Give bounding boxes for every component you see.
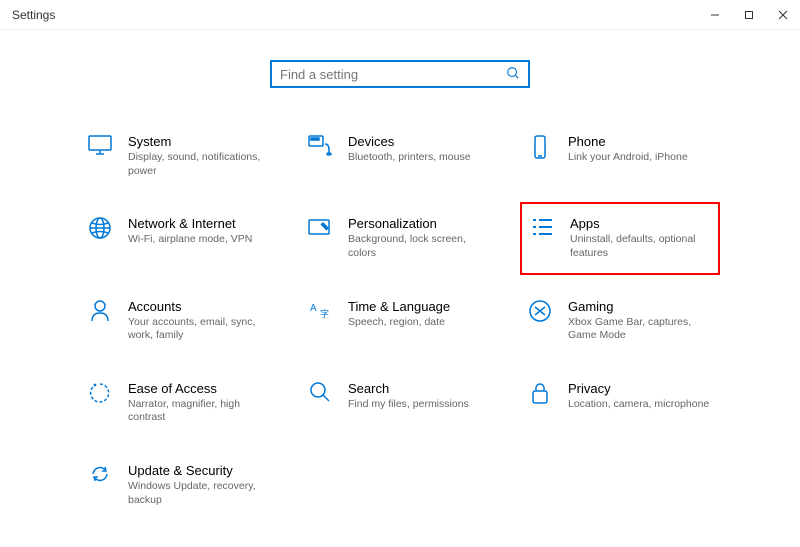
- tile-ease-of-access[interactable]: Ease of Access Narrator, magnifier, high …: [80, 375, 280, 431]
- tile-desc: Xbox Game Bar, captures, Game Mode: [568, 316, 714, 343]
- tile-title: Accounts: [128, 299, 274, 314]
- tile-text: Privacy Location, camera, microphone: [568, 381, 714, 425]
- svg-text:字: 字: [320, 308, 329, 319]
- tile-phone[interactable]: Phone Link your Android, iPhone: [520, 128, 720, 184]
- svg-text:A: A: [310, 303, 317, 314]
- search-icon: [506, 66, 520, 83]
- content: System Display, sound, notifications, pow…: [0, 30, 800, 513]
- personalization-icon: [306, 216, 334, 244]
- tile-title: Time & Language: [348, 299, 494, 314]
- tile-title: Devices: [348, 134, 494, 149]
- tile-text: Personalization Background, lock screen, …: [348, 216, 494, 260]
- tile-title: Network & Internet: [128, 216, 274, 231]
- tile-time-language[interactable]: A字 Time & Language Speech, region, date: [300, 293, 500, 349]
- tile-personalization[interactable]: Personalization Background, lock screen, …: [300, 210, 500, 266]
- apps-icon: [528, 216, 556, 244]
- window-controls: [698, 0, 800, 30]
- tile-title: Gaming: [568, 299, 714, 314]
- minimize-button[interactable]: [698, 0, 732, 30]
- tile-privacy[interactable]: Privacy Location, camera, microphone: [520, 375, 720, 431]
- privacy-icon: [526, 381, 554, 409]
- tile-desc: Your accounts, email, sync, work, family: [128, 316, 274, 343]
- window-title: Settings: [12, 8, 55, 22]
- tile-text: Devices Bluetooth, printers, mouse: [348, 134, 494, 178]
- tile-text: Time & Language Speech, region, date: [348, 299, 494, 343]
- tile-desc: Wi-Fi, airplane mode, VPN: [128, 233, 274, 247]
- tile-text: Update & Security Windows Update, recover…: [128, 463, 274, 507]
- tile-desc: Background, lock screen, colors: [348, 233, 494, 260]
- maximize-button[interactable]: [732, 0, 766, 30]
- time-language-icon: A字: [306, 299, 334, 327]
- tile-title: Privacy: [568, 381, 714, 396]
- tile-text: Network & Internet Wi-Fi, airplane mode, …: [128, 216, 274, 260]
- search-cat-icon: [306, 381, 334, 409]
- settings-grid: System Display, sound, notifications, pow…: [60, 128, 740, 513]
- tile-title: System: [128, 134, 274, 149]
- tile-devices[interactable]: Devices Bluetooth, printers, mouse: [300, 128, 500, 184]
- tile-text: Phone Link your Android, iPhone: [568, 134, 714, 178]
- tile-desc: Find my files, permissions: [348, 398, 494, 412]
- tile-desc: Speech, region, date: [348, 316, 494, 330]
- tile-update-security[interactable]: Update & Security Windows Update, recover…: [80, 457, 280, 513]
- tile-desc: Windows Update, recovery, backup: [128, 480, 274, 507]
- tile-network[interactable]: Network & Internet Wi-Fi, airplane mode, …: [80, 210, 280, 266]
- tile-text: System Display, sound, notifications, pow…: [128, 134, 274, 178]
- tile-text: Apps Uninstall, defaults, optional featur…: [570, 216, 712, 260]
- accounts-icon: [86, 299, 114, 327]
- tile-desc: Location, camera, microphone: [568, 398, 714, 412]
- tile-desc: Uninstall, defaults, optional features: [570, 233, 712, 260]
- tile-text: Gaming Xbox Game Bar, captures, Game Mode: [568, 299, 714, 343]
- update-security-icon: [86, 463, 114, 491]
- tile-title: Personalization: [348, 216, 494, 231]
- search-container: [60, 60, 740, 88]
- tile-desc: Bluetooth, printers, mouse: [348, 151, 494, 165]
- tile-desc: Link your Android, iPhone: [568, 151, 714, 165]
- gaming-icon: [526, 299, 554, 327]
- tile-title: Ease of Access: [128, 381, 274, 396]
- tile-title: Search: [348, 381, 494, 396]
- tile-desc: Narrator, magnifier, high contrast: [128, 398, 274, 425]
- tile-text: Ease of Access Narrator, magnifier, high …: [128, 381, 274, 425]
- tile-title: Update & Security: [128, 463, 274, 478]
- tile-title: Apps: [570, 216, 712, 231]
- tile-search-cat[interactable]: Search Find my files, permissions: [300, 375, 500, 431]
- tile-accounts[interactable]: Accounts Your accounts, email, sync, work…: [80, 293, 280, 349]
- tile-text: Accounts Your accounts, email, sync, work…: [128, 299, 274, 343]
- tile-system[interactable]: System Display, sound, notifications, pow…: [80, 128, 280, 184]
- tile-title: Phone: [568, 134, 714, 149]
- tile-gaming[interactable]: Gaming Xbox Game Bar, captures, Game Mode: [520, 293, 720, 349]
- tile-text: Search Find my files, permissions: [348, 381, 494, 425]
- search-box[interactable]: [270, 60, 530, 88]
- ease-of-access-icon: [86, 381, 114, 409]
- phone-icon: [526, 134, 554, 162]
- tile-apps[interactable]: Apps Uninstall, defaults, optional featur…: [520, 202, 720, 274]
- close-button[interactable]: [766, 0, 800, 30]
- network-icon: [86, 216, 114, 244]
- titlebar: Settings: [0, 0, 800, 30]
- tile-desc: Display, sound, notifications, power: [128, 151, 274, 178]
- search-input[interactable]: [280, 67, 506, 82]
- system-icon: [86, 134, 114, 162]
- devices-icon: [306, 134, 334, 162]
